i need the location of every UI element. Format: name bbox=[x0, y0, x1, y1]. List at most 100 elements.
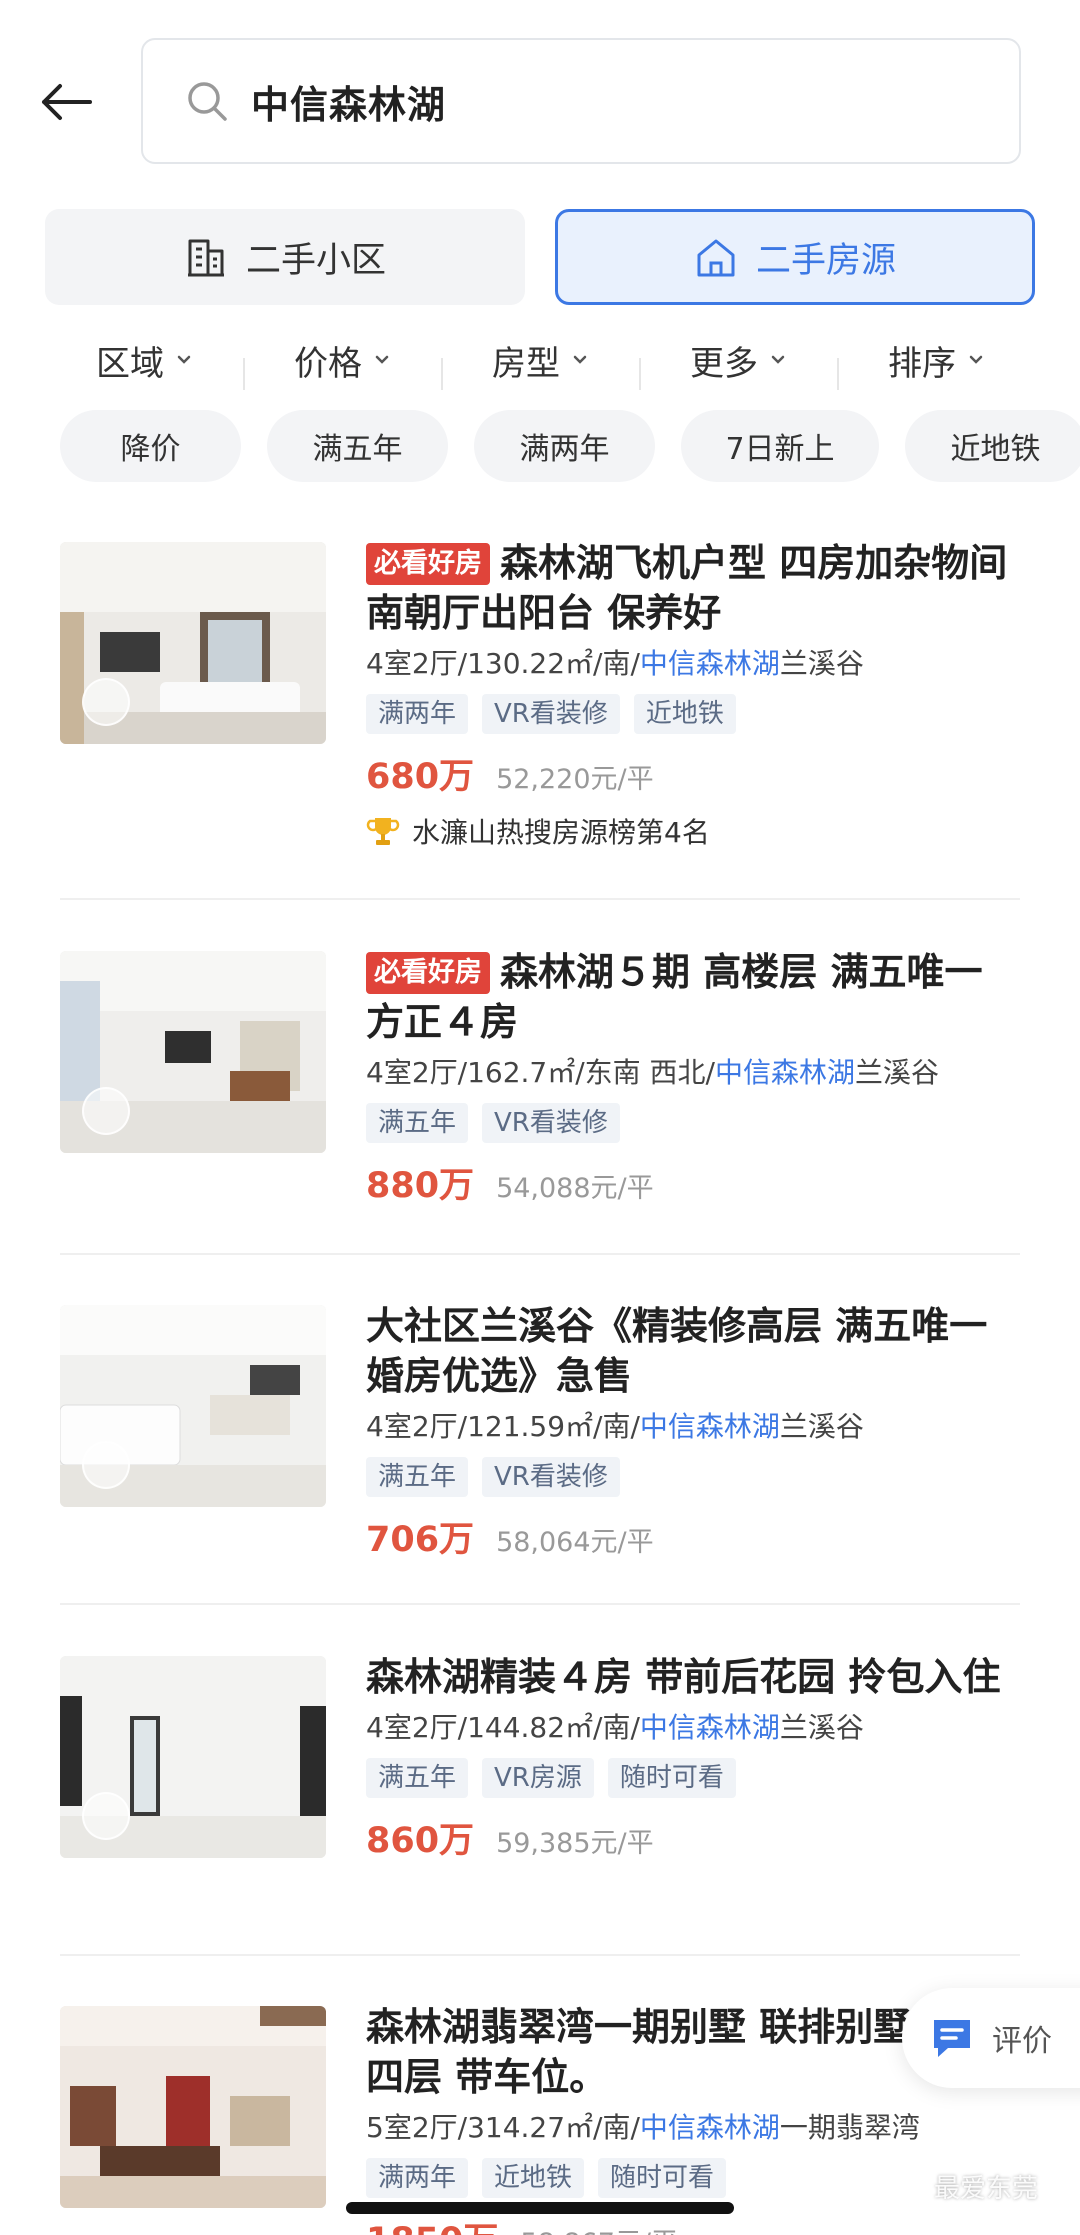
listing-photo[interactable] bbox=[60, 542, 326, 744]
search-results-page: 中信森林湖 二手小区 二手房源 区域 价格 房型 更多 排序 降价 满五年 满两… bbox=[0, 0, 1080, 2235]
must-see-badge: 必看好房 bbox=[366, 543, 490, 585]
search-query: 中信森林湖 bbox=[251, 82, 447, 127]
tag: VR看装修 bbox=[482, 1457, 620, 1497]
listing-title: 必看好房 森林湖飞机户型 四房加杂物间 南朝厅出阳台 保养好 bbox=[366, 538, 1026, 638]
home-icon bbox=[697, 239, 735, 277]
rank-text: 水濂山热搜房源榜第4名 bbox=[412, 816, 710, 849]
listing-photo[interactable] bbox=[60, 1656, 326, 1858]
listing-meta: 4室2厅/121.59㎡/南/中信森林湖兰溪谷 bbox=[366, 1407, 1026, 1447]
price-row: 880万 54,088元/平 bbox=[366, 1157, 1026, 1208]
price-row: 680万 52,220元/平 bbox=[366, 748, 1026, 799]
filter-price[interactable]: 价格 bbox=[243, 336, 441, 390]
listing-photo[interactable] bbox=[60, 1305, 326, 1507]
price-row: 860万 59,385元/平 bbox=[366, 1812, 1026, 1863]
chip-two-years[interactable]: 满两年 bbox=[474, 410, 655, 482]
building-icon bbox=[187, 239, 224, 277]
tab-label: 二手房源 bbox=[755, 240, 896, 281]
listing-info: 必看好房 森林湖５期 高楼层 满五唯一 方正４房 4室2厅/162.7㎡/东南 西… bbox=[366, 950, 1026, 1208]
listing-photo[interactable] bbox=[60, 2006, 326, 2208]
chevron-down-icon bbox=[177, 355, 191, 364]
filter-more[interactable]: 更多 bbox=[639, 336, 837, 390]
listing-card[interactable]: 大社区兰溪谷《精装修高层 满五唯一 婚房优选》急售 4室2厅/121.59㎡/南… bbox=[60, 1304, 1020, 1605]
community-link[interactable]: 中信森林湖 bbox=[640, 2111, 780, 2144]
unit-price: 58,867元/平 bbox=[520, 2221, 678, 2235]
total-price: 680万 bbox=[366, 757, 475, 797]
community-link[interactable]: 中信森林湖 bbox=[715, 1056, 855, 1089]
tag: 满五年 bbox=[366, 1103, 469, 1143]
community-link[interactable]: 中信森林湖 bbox=[640, 647, 780, 680]
meta-prefix: 4室2厅/144.82㎡/南/ bbox=[366, 1711, 640, 1744]
tag: 满五年 bbox=[366, 1457, 469, 1497]
filter-layout[interactable]: 房型 bbox=[441, 336, 639, 390]
back-button[interactable] bbox=[36, 72, 96, 132]
home-indicator[interactable] bbox=[346, 2202, 734, 2214]
filter-label: 排序 bbox=[888, 343, 956, 384]
vr-icon bbox=[82, 1441, 130, 1489]
vr-icon bbox=[82, 678, 130, 726]
tag: VR看装修 bbox=[482, 1103, 620, 1143]
listing-meta: 4室2厅/144.82㎡/南/中信森林湖兰溪谷 bbox=[366, 1708, 1026, 1748]
search-icon bbox=[188, 82, 227, 121]
hot-rank[interactable]: 水濂山热搜房源榜第4名 bbox=[366, 811, 1026, 851]
listing-info: 森林湖精装４房 带前后花园 拎包入住 4室2厅/144.82㎡/南/中信森林湖兰… bbox=[366, 1655, 1026, 1863]
filter-bar: 区域 价格 房型 更多 排序 bbox=[45, 320, 1035, 400]
filter-sort[interactable]: 排序 bbox=[837, 336, 1035, 390]
chip-five-years[interactable]: 满五年 bbox=[267, 410, 448, 482]
arrow-left-icon bbox=[42, 84, 92, 120]
total-price: 1850万 bbox=[366, 2212, 498, 2235]
community-link[interactable]: 中信森林湖 bbox=[640, 1410, 780, 1443]
listing-info: 必看好房 森林湖飞机户型 四房加杂物间 南朝厅出阳台 保养好 4室2厅/130.2… bbox=[366, 541, 1026, 851]
vr-icon bbox=[82, 1087, 130, 1135]
price-row: 706万 58,064元/平 bbox=[366, 1511, 1026, 1562]
listing-card[interactable]: 必看好房 森林湖５期 高楼层 满五唯一 方正４房 4室2厅/162.7㎡/东南 西… bbox=[60, 950, 1020, 1255]
filter-region[interactable]: 区域 bbox=[45, 336, 243, 385]
meta-suffix: 一期翡翠湾 bbox=[779, 2111, 920, 2144]
tag: 近地铁 bbox=[482, 2158, 585, 2198]
unit-price: 59,385元/平 bbox=[496, 1828, 654, 1859]
unit-price: 58,064元/平 bbox=[496, 1527, 654, 1558]
listing-tags: 满五年 VR房源 随时可看 bbox=[366, 1758, 1026, 1798]
chevron-down-icon bbox=[375, 355, 389, 364]
price-row: 1850万 58,867元/平 bbox=[366, 2212, 1026, 2235]
tab-second-hand-community[interactable]: 二手小区 bbox=[45, 209, 525, 305]
meta-suffix: 兰溪谷 bbox=[779, 647, 864, 680]
tag: 满两年 bbox=[366, 694, 469, 734]
listing-card[interactable]: 森林湖精装４房 带前后花园 拎包入住 4室2厅/144.82㎡/南/中信森林湖兰… bbox=[60, 1655, 1020, 1956]
tab-label: 二手小区 bbox=[245, 240, 386, 281]
meta-prefix: 4室2厅/121.59㎡/南/ bbox=[366, 1410, 640, 1443]
chip-new-7-days[interactable]: 7日新上 bbox=[681, 410, 879, 482]
filter-label: 房型 bbox=[492, 343, 560, 384]
listing-card[interactable]: 森林湖翡翠湾一期别墅 联排别墅 上下四层 带车位。 5室2厅/314.27㎡/南… bbox=[60, 2005, 1020, 2235]
meta-prefix: 4室2厅/162.7㎡/东南 西北/ bbox=[366, 1056, 715, 1089]
tag: 满五年 bbox=[366, 1758, 469, 1798]
meta-suffix: 兰溪谷 bbox=[855, 1056, 940, 1089]
chat-bubble-icon bbox=[934, 2020, 970, 2057]
chip-price-drop[interactable]: 降价 bbox=[60, 410, 241, 482]
total-price: 860万 bbox=[366, 1821, 475, 1861]
must-see-badge: 必看好房 bbox=[366, 952, 490, 994]
wechat-icon bbox=[888, 2172, 927, 2200]
chevron-down-icon bbox=[771, 355, 785, 364]
quick-filter-chips: 降价 满五年 满两年 7日新上 近地铁 bbox=[60, 410, 1080, 482]
chip-near-metro[interactable]: 近地铁 bbox=[905, 410, 1080, 482]
listing-title: 森林湖精装４房 带前后花园 拎包入住 bbox=[366, 1655, 1001, 1699]
tag: 随时可看 bbox=[598, 2158, 727, 2198]
search-input[interactable]: 中信森林湖 bbox=[141, 38, 1021, 164]
tag: 随时可看 bbox=[607, 1758, 736, 1798]
chevron-down-icon bbox=[573, 355, 587, 364]
listing-title: 大社区兰溪谷《精装修高层 满五唯一 婚房优选》急售 bbox=[366, 1304, 988, 1398]
tab-second-hand-listings[interactable]: 二手房源 bbox=[555, 209, 1035, 305]
meta-suffix: 兰溪谷 bbox=[779, 1410, 864, 1443]
listing-meta: 4室2厅/130.22㎡/南/中信森林湖兰溪谷 bbox=[366, 644, 1026, 684]
listing-meta: 5室2厅/314.27㎡/南/中信森林湖一期翡翠湾 bbox=[366, 2108, 1026, 2148]
review-button[interactable]: 评价 bbox=[902, 1988, 1080, 2088]
listing-tags: 满五年 VR看装修 bbox=[366, 1103, 1026, 1143]
listing-card[interactable]: 必看好房 森林湖飞机户型 四房加杂物间 南朝厅出阳台 保养好 4室2厅/130.2… bbox=[60, 541, 1020, 900]
watermark: 最爱东莞 bbox=[888, 2168, 1038, 2205]
filter-label: 价格 bbox=[294, 343, 362, 384]
trophy-icon bbox=[366, 818, 400, 845]
listing-photo[interactable] bbox=[60, 951, 326, 1153]
listing-title: 必看好房 森林湖５期 高楼层 满五唯一 方正４房 bbox=[366, 947, 1026, 1047]
chevron-down-icon bbox=[969, 355, 983, 364]
community-link[interactable]: 中信森林湖 bbox=[640, 1711, 780, 1744]
